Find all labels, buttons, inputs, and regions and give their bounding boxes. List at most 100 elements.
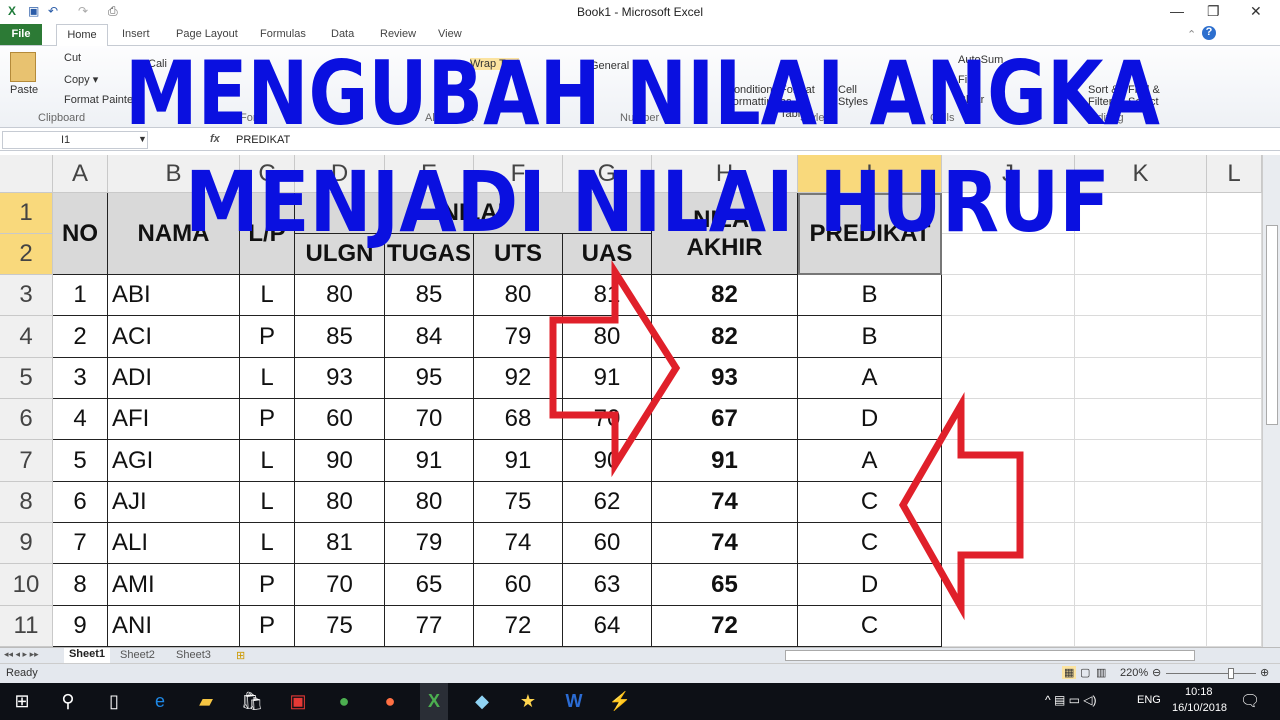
tab-view[interactable]: View <box>438 28 462 40</box>
app-icon[interactable]: ◆ <box>468 691 496 712</box>
cell[interactable] <box>942 523 1075 564</box>
header-tugas[interactable]: TUGAS <box>385 234 474 275</box>
cell-tugas[interactable]: 79 <box>385 523 474 564</box>
clock-date[interactable]: 16/10/2018 <box>1172 702 1227 714</box>
cell[interactable] <box>1207 275 1262 316</box>
cell[interactable] <box>1075 523 1207 564</box>
cell[interactable] <box>1207 606 1262 647</box>
cell-uts[interactable]: 75 <box>474 482 563 523</box>
cell[interactable] <box>1207 193 1262 234</box>
cell-uas[interactable]: 60 <box>563 523 652 564</box>
cell-ulgn[interactable]: 60 <box>295 399 385 440</box>
cell-predikat[interactable]: A <box>798 440 942 482</box>
cell[interactable] <box>942 275 1075 316</box>
font-name-box[interactable]: Cali <box>148 58 167 70</box>
cell-predikat[interactable]: B <box>798 316 942 358</box>
sheet-tab-sheet2[interactable]: Sheet2 <box>120 649 155 661</box>
row-header-4[interactable]: 4 <box>0 316 53 358</box>
column-header-G[interactable]: G <box>563 155 652 193</box>
cell-nilai-akhir[interactable]: 72 <box>652 606 798 647</box>
cell[interactable] <box>1207 316 1262 358</box>
scrollbar-thumb[interactable] <box>1266 225 1278 425</box>
header-predikat[interactable]: PREDIKAT <box>798 193 942 275</box>
windows-start-icon[interactable]: ⊞ <box>8 691 36 712</box>
column-header-D[interactable]: D <box>295 155 385 193</box>
cell-uas[interactable]: 64 <box>563 606 652 647</box>
tab-page-layout[interactable]: Page Layout <box>176 28 238 40</box>
sheet-tab-sheet1[interactable]: Sheet1 <box>64 648 110 663</box>
cell-uas[interactable]: 81 <box>563 275 652 316</box>
cell[interactable] <box>1207 523 1262 564</box>
minimize-ribbon-icon[interactable]: ⌃ <box>1187 28 1196 41</box>
minimize-button[interactable]: — <box>1170 3 1184 19</box>
help-icon[interactable]: ? <box>1202 26 1216 40</box>
cell-uas[interactable]: 63 <box>563 564 652 606</box>
row-header-9[interactable]: 9 <box>0 523 53 564</box>
cell-lp[interactable]: P <box>240 564 295 606</box>
cell-ulgn[interactable]: 80 <box>295 482 385 523</box>
header-nilai-akhir[interactable]: NILAI AKHIR <box>652 193 798 275</box>
tab-data[interactable]: Data <box>331 28 354 40</box>
chrome-icon[interactable]: ● <box>330 691 358 712</box>
cell-tugas[interactable]: 65 <box>385 564 474 606</box>
cell[interactable] <box>942 234 1075 275</box>
zoom-out-icon[interactable]: ⊖ <box>1152 666 1161 679</box>
header-ulgn[interactable]: ULGN <box>295 234 385 275</box>
copy-button[interactable]: Copy ▾ <box>64 73 98 86</box>
header-no[interactable]: NO <box>53 193 108 275</box>
cell-nama[interactable]: AFI <box>108 399 240 440</box>
column-header-B[interactable]: B <box>108 155 240 193</box>
cell[interactable] <box>942 358 1075 399</box>
cell[interactable] <box>1207 358 1262 399</box>
cell-styles-button[interactable]: Cell Styles <box>838 84 878 108</box>
tab-home[interactable]: Home <box>56 24 108 47</box>
cell-uas[interactable]: 90 <box>563 440 652 482</box>
sheet-nav-icon[interactable]: ◂◂ ◂ ▸ ▸▸ <box>4 649 39 660</box>
header-nama[interactable]: NAMA <box>108 193 240 275</box>
cell-nilai-akhir[interactable]: 93 <box>652 358 798 399</box>
wrap-text-button[interactable]: Wrap Text <box>470 58 520 70</box>
fill-button[interactable]: Fill <box>958 74 972 86</box>
zoom-level[interactable]: 220% <box>1120 667 1148 679</box>
cut-button[interactable]: Cut <box>64 52 81 64</box>
zoom-slider-thumb[interactable] <box>1228 668 1234 679</box>
clear-button[interactable]: Clear <box>958 94 984 106</box>
cell[interactable] <box>1207 234 1262 275</box>
tab-review[interactable]: Review <box>380 28 416 40</box>
cell-predikat[interactable]: C <box>798 606 942 647</box>
cell-uts[interactable]: 79 <box>474 316 563 358</box>
cell-no[interactable]: 6 <box>53 482 108 523</box>
cell-no[interactable]: 4 <box>53 399 108 440</box>
header-uts[interactable]: UTS <box>474 234 563 275</box>
column-header-F[interactable]: F <box>474 155 563 193</box>
row-header-10[interactable]: 10 <box>0 564 53 606</box>
cell-tugas[interactable]: 80 <box>385 482 474 523</box>
cell-no[interactable]: 5 <box>53 440 108 482</box>
insert-sheet-icon[interactable]: ⊞ <box>236 649 245 662</box>
cell-uts[interactable]: 92 <box>474 358 563 399</box>
cell[interactable] <box>1075 193 1207 234</box>
cell-no[interactable]: 2 <box>53 316 108 358</box>
cell-lp[interactable]: P <box>240 399 295 440</box>
cell[interactable] <box>942 606 1075 647</box>
name-box[interactable]: I1 <box>2 131 148 149</box>
cell-tugas[interactable]: 91 <box>385 440 474 482</box>
find-select-button[interactable]: Find & Select <box>1128 84 1168 108</box>
cell[interactable] <box>942 564 1075 606</box>
cell[interactable] <box>1075 606 1207 647</box>
cell[interactable] <box>942 482 1075 523</box>
cell-nama[interactable]: ACI <box>108 316 240 358</box>
movie-app-icon[interactable]: ★ <box>514 691 542 712</box>
page-layout-view-icon[interactable]: ▢ <box>1080 666 1090 679</box>
cell[interactable] <box>1075 564 1207 606</box>
number-format-box[interactable]: General <box>590 60 629 72</box>
column-header-I[interactable]: I <box>798 155 942 193</box>
cell-uas[interactable]: 80 <box>563 316 652 358</box>
tab-formulas[interactable]: Formulas <box>260 28 306 40</box>
select-all-button[interactable] <box>0 155 53 193</box>
cell-uas[interactable]: 70 <box>563 399 652 440</box>
cell-no[interactable]: 1 <box>53 275 108 316</box>
cell-nilai-akhir[interactable]: 67 <box>652 399 798 440</box>
cell-predikat[interactable]: C <box>798 523 942 564</box>
page-break-view-icon[interactable]: ▥ <box>1096 666 1106 679</box>
